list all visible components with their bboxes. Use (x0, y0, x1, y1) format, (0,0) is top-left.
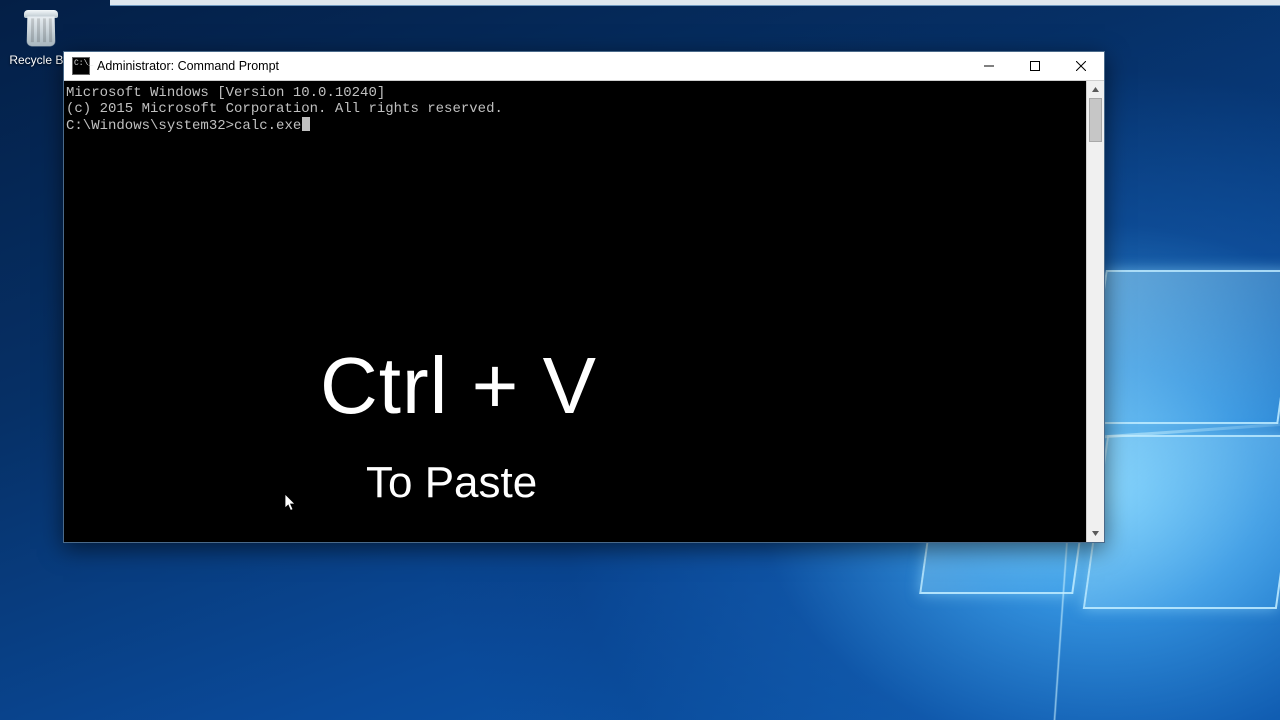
console-output[interactable]: Microsoft Windows [Version 10.0.10240](c… (64, 81, 1086, 542)
close-button[interactable] (1058, 52, 1104, 80)
vertical-scrollbar[interactable] (1086, 81, 1104, 542)
console-line: (c) 2015 Microsoft Corporation. All righ… (66, 101, 1084, 117)
console-prompt-line: C:\Windows\system32>calc.exe (66, 117, 1084, 134)
window-edge-strip (110, 0, 1280, 6)
desktop[interactable]: Recycle Bin Administrator: Command Promp… (0, 0, 1280, 720)
window-title: Administrator: Command Prompt (97, 59, 279, 73)
scroll-down-button[interactable] (1087, 525, 1104, 542)
cmd-icon (72, 57, 90, 75)
window-controls (966, 52, 1104, 80)
command-prompt-window[interactable]: Administrator: Command Prompt Microsoft … (63, 51, 1105, 543)
mouse-cursor-icon (284, 461, 368, 542)
overlay-caption-text: To Paste (366, 461, 537, 505)
console-prompt: C:\Windows\system32> (66, 118, 234, 134)
scroll-thumb[interactable] (1089, 98, 1102, 142)
console-line: Microsoft Windows [Version 10.0.10240] (66, 85, 1084, 101)
scroll-track[interactable] (1087, 98, 1104, 525)
text-caret (302, 117, 310, 131)
scroll-up-button[interactable] (1087, 81, 1104, 98)
console-command: calc.exe (234, 118, 301, 134)
minimize-button[interactable] (966, 52, 1012, 80)
overlay-shortcut-text: Ctrl + V (320, 346, 597, 426)
recycle-bin-icon (21, 6, 61, 50)
maximize-button[interactable] (1012, 52, 1058, 80)
titlebar[interactable]: Administrator: Command Prompt (64, 52, 1104, 81)
